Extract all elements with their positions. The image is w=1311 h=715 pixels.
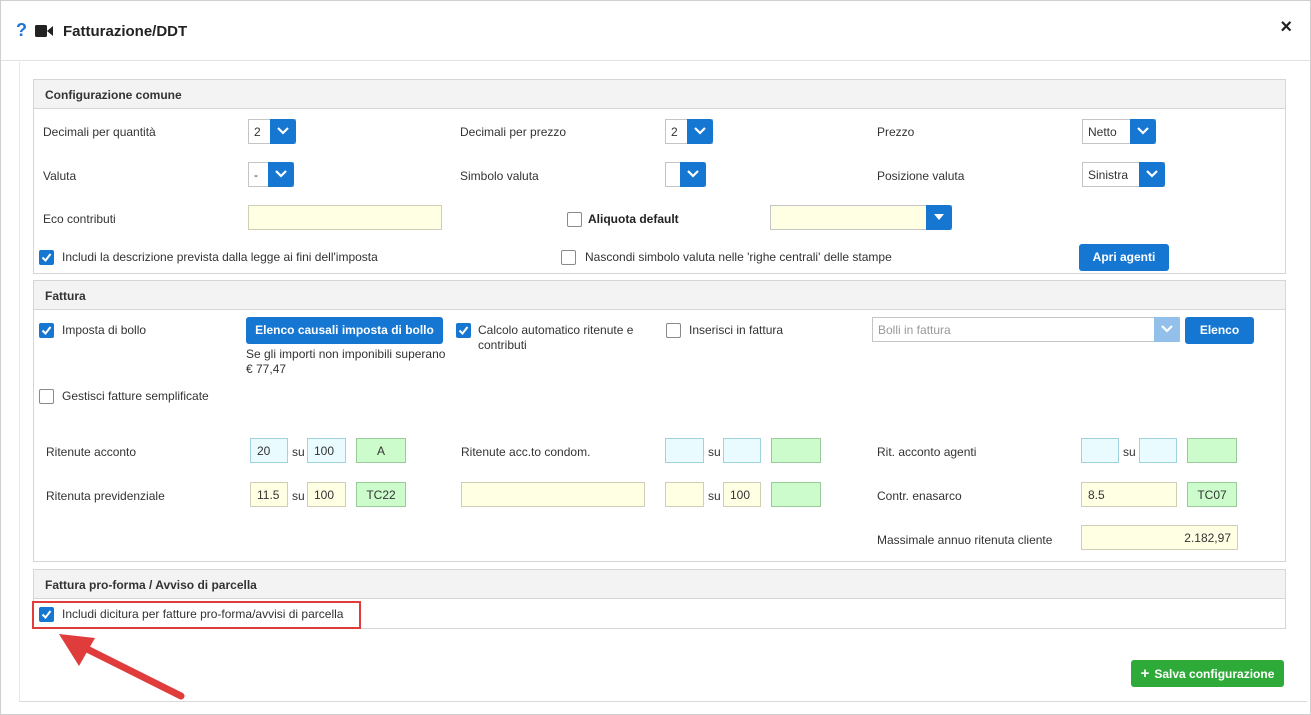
gestisci-semplificate-checkbox[interactable] xyxy=(39,389,54,404)
ritenuta-prev2-base-input[interactable]: 100 xyxy=(723,482,761,507)
simbolo-valuta-label: Simbolo valuta xyxy=(460,169,539,183)
ritenuta-prev2-code-input[interactable] xyxy=(771,482,821,507)
gestisci-semplificate-label: Gestisci fatture semplificate xyxy=(62,389,209,403)
rit-agenti-code-input[interactable] xyxy=(1187,438,1237,463)
su-label: su xyxy=(292,489,305,503)
prezzo-select[interactable]: Netto xyxy=(1082,119,1156,144)
panel-title: Fattura pro-forma / Avviso di parcella xyxy=(34,570,1285,599)
ritenute-acconto-code-input[interactable]: A xyxy=(356,438,406,463)
eco-contributi-input[interactable] xyxy=(248,205,442,230)
salva-configurazione-button[interactable]: + Salva configurazione xyxy=(1131,660,1284,687)
bollo-note: Se gli importi non imponibili superano €… xyxy=(246,347,446,376)
massimale-input[interactable]: 2.182,97 xyxy=(1081,525,1238,550)
aliquota-default-label: Aliquota default xyxy=(588,212,679,226)
calcolo-automatico-label: Calcolo automatico ritenute e contributi xyxy=(478,323,634,352)
chevron-down-icon[interactable] xyxy=(1130,119,1156,144)
posizione-valuta-label: Posizione valuta xyxy=(877,169,965,183)
simbolo-valuta-select[interactable] xyxy=(665,162,706,187)
inserisci-fattura-label: Inserisci in fattura xyxy=(689,323,784,337)
decimali-prezzo-select[interactable]: 2 xyxy=(665,119,713,144)
valuta-select[interactable]: - xyxy=(248,162,294,187)
chevron-down-icon[interactable] xyxy=(1139,162,1165,187)
eco-contributi-label: Eco contributi xyxy=(43,212,116,226)
close-icon[interactable]: × xyxy=(1280,17,1292,37)
ritenute-condom-code-input[interactable] xyxy=(771,438,821,463)
modal-title: Fatturazione/DDT xyxy=(63,23,188,40)
nascondi-simbolo-label: Nascondi simbolo valuta nelle 'righe cen… xyxy=(585,250,892,264)
decimali-quantita-label: Decimali per quantità xyxy=(43,125,156,139)
ritenute-acconto-label: Ritenute acconto xyxy=(46,445,137,459)
ritenuta-prev2-desc-input[interactable] xyxy=(461,482,645,507)
ritenuta-prev-code-input[interactable]: TC22 xyxy=(356,482,406,507)
ritenute-condom-base-input[interactable] xyxy=(723,438,761,463)
ritenute-condom-perc-input[interactable] xyxy=(665,438,704,463)
inserisci-fattura-checkbox[interactable] xyxy=(666,323,681,338)
chevron-down-icon[interactable] xyxy=(687,119,713,144)
includi-descrizione-checkbox[interactable] xyxy=(39,250,54,265)
decimali-prezzo-label: Decimali per prezzo xyxy=(460,125,567,139)
rit-agenti-label: Rit. acconto agenti xyxy=(877,445,977,459)
ritenute-acconto-base-input[interactable]: 100 xyxy=(307,438,346,463)
aliquota-default-checkbox[interactable] xyxy=(567,212,582,227)
modal-header: ? Fatturazione/DDT × xyxy=(1,1,1310,61)
calcolo-automatico-checkbox[interactable] xyxy=(456,323,471,338)
ritenuta-prev-perc-input[interactable]: 11.5 xyxy=(250,482,288,507)
decimali-quantita-select[interactable]: 2 xyxy=(248,119,296,144)
su-label: su xyxy=(292,445,305,459)
ritenuta-previdenziale-label: Ritenuta previdenziale xyxy=(46,489,165,503)
chevron-down-icon[interactable] xyxy=(1154,317,1180,342)
valuta-label: Valuta xyxy=(43,169,77,183)
elenco-button[interactable]: Elenco xyxy=(1185,317,1254,344)
panel-title: Configurazione comune xyxy=(34,80,1285,109)
chevron-down-icon[interactable] xyxy=(270,119,296,144)
chevron-down-icon[interactable] xyxy=(680,162,706,187)
posizione-valuta-select[interactable]: Sinistra xyxy=(1082,162,1165,187)
includi-descrizione-label: Includi la descrizione prevista dalla le… xyxy=(62,250,378,264)
plus-icon: + xyxy=(1140,665,1150,682)
su-label: su xyxy=(708,445,721,459)
nascondi-simbolo-checkbox[interactable] xyxy=(561,250,576,265)
ritenuta-prev2-perc-input[interactable] xyxy=(665,482,704,507)
imposta-bollo-label: Imposta di bollo xyxy=(62,323,147,337)
imposta-bollo-checkbox[interactable] xyxy=(39,323,54,338)
rit-agenti-base-input[interactable] xyxy=(1139,438,1177,463)
ritenute-acconto-perc-input[interactable]: 20 xyxy=(250,438,288,463)
enasarco-code-input[interactable]: TC07 xyxy=(1187,482,1237,507)
ritenuta-prev-base-input[interactable]: 100 xyxy=(307,482,346,507)
video-camera-icon[interactable] xyxy=(35,25,53,37)
panel-title: Fattura xyxy=(34,281,1285,310)
bolli-fattura-select[interactable]: Bolli in fattura xyxy=(872,317,1180,342)
ritenute-condom-label: Ritenute acc.to condom. xyxy=(461,445,591,459)
enasarco-input[interactable]: 8.5 xyxy=(1081,482,1177,507)
su-label: su xyxy=(708,489,721,503)
su-label: su xyxy=(1123,445,1136,459)
massimale-label: Massimale annuo ritenuta cliente xyxy=(877,533,1053,547)
prezzo-label: Prezzo xyxy=(877,125,915,139)
annotation-arrow-icon xyxy=(59,634,185,700)
elenco-causali-button[interactable]: Elenco causali imposta di bollo xyxy=(246,317,443,344)
apri-agenti-button[interactable]: Apri agenti xyxy=(1079,244,1169,271)
chevron-down-icon[interactable] xyxy=(268,162,294,187)
highlight-box xyxy=(32,601,361,629)
help-icon[interactable]: ? xyxy=(16,20,27,40)
rit-agenti-perc-input[interactable] xyxy=(1081,438,1119,463)
caret-down-icon[interactable] xyxy=(926,205,952,230)
aliquota-default-select[interactable] xyxy=(770,205,952,230)
modal-dialog: ? Fatturazione/DDT × Configurazione comu… xyxy=(0,0,1311,715)
enasarco-label: Contr. enasarco xyxy=(877,489,962,503)
